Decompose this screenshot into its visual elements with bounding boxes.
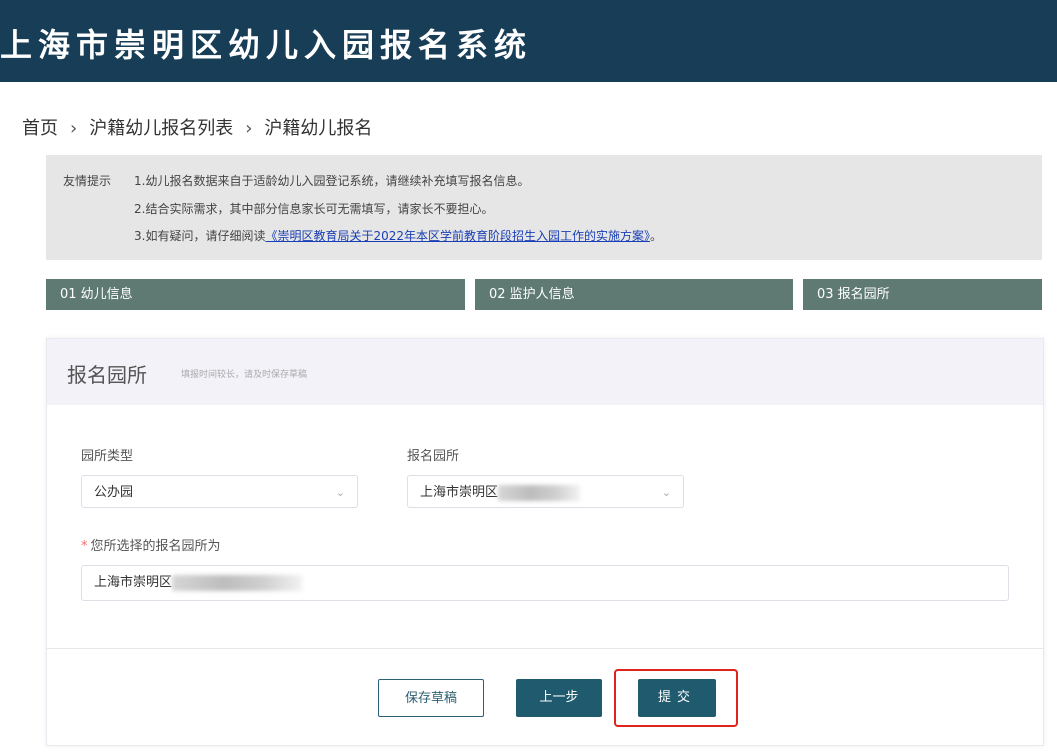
notice-line-3-prefix: 3.如有疑问，请仔细阅读 bbox=[134, 229, 266, 243]
save-draft-button[interactable]: 保存草稿 bbox=[378, 679, 484, 717]
school-type-value: 公办园 bbox=[94, 485, 134, 500]
redacted-text bbox=[172, 574, 303, 591]
previous-step-button[interactable]: 上一步 bbox=[516, 679, 602, 717]
card-header: 报名园所 填报时间较长，请及时保存草稿 bbox=[47, 339, 1043, 405]
redacted-text bbox=[498, 484, 581, 501]
school-type-select[interactable]: 公办园 ⌄ bbox=[81, 475, 358, 508]
chevron-down-icon: ⌄ bbox=[335, 486, 345, 499]
chevron-down-icon: ⌄ bbox=[661, 486, 671, 499]
breadcrumb-home[interactable]: 首页 bbox=[22, 118, 58, 139]
breadcrumb: 首页 › 沪籍幼儿报名列表 › 沪籍幼儿报名 bbox=[22, 114, 372, 140]
breadcrumb-separator: › bbox=[70, 118, 78, 139]
selected-school-value: 上海市崇明区 bbox=[94, 575, 173, 590]
policy-link[interactable]: 《崇明区教育局关于2022年本区学前教育阶段招生入园工作的实施方案》 bbox=[265, 229, 650, 243]
school-value: 上海市崇明区 bbox=[420, 485, 499, 500]
selected-school-label: * 您所选择的报名园所为 bbox=[81, 535, 221, 554]
selected-school-field[interactable]: 上海市崇明区 bbox=[81, 565, 1009, 601]
selected-school-label-text: 您所选择的报名园所为 bbox=[90, 539, 221, 554]
breadcrumb-current: 沪籍幼儿报名 bbox=[264, 118, 373, 139]
notice-line-3-suffix: 。 bbox=[650, 229, 663, 243]
step-school-registration[interactable]: 03 报名园所 bbox=[803, 279, 1042, 310]
breadcrumb-list[interactable]: 沪籍幼儿报名列表 bbox=[89, 118, 233, 139]
registration-card: 报名园所 填报时间较长，请及时保存草稿 园所类型 公办园 ⌄ 报名园所 上海市崇… bbox=[46, 338, 1044, 746]
notice-line-2: 2.结合实际需求，其中部分信息家长可无需填写，请家长不要担心。 bbox=[134, 202, 494, 216]
step-guardian-info[interactable]: 02 监护人信息 bbox=[475, 279, 793, 310]
notice-label: 友情提示 bbox=[63, 174, 112, 188]
app-title: 上海市崇明区幼儿入园报名系统 bbox=[0, 26, 533, 64]
app-header: 上海市崇明区幼儿入园报名系统 bbox=[0, 0, 1057, 82]
breadcrumb-separator: › bbox=[245, 118, 253, 139]
card-subtitle: 填报时间较长，请及时保存草稿 bbox=[181, 370, 308, 380]
submit-button[interactable]: 提交 bbox=[638, 679, 716, 717]
school-label: 报名园所 bbox=[407, 449, 460, 464]
notice-line-1: 1.幼儿报名数据来自于适龄幼儿入园登记系统，请继续补充填写报名信息。 bbox=[134, 174, 530, 188]
required-asterisk: * bbox=[81, 539, 88, 554]
school-type-label: 园所类型 bbox=[81, 449, 134, 464]
card-title: 报名园所 bbox=[67, 363, 147, 387]
divider bbox=[47, 648, 1043, 649]
step-child-info[interactable]: 01 幼儿信息 bbox=[46, 279, 465, 310]
notice-box: 友情提示 1.幼儿报名数据来自于适龄幼儿入园登记系统，请继续补充填写报名信息。 … bbox=[46, 155, 1042, 260]
notice-line-3: 3.如有疑问，请仔细阅读《崇明区教育局关于2022年本区学前教育阶段招生入园工作… bbox=[134, 227, 662, 244]
school-select[interactable]: 上海市崇明区 ⌄ bbox=[407, 475, 684, 508]
